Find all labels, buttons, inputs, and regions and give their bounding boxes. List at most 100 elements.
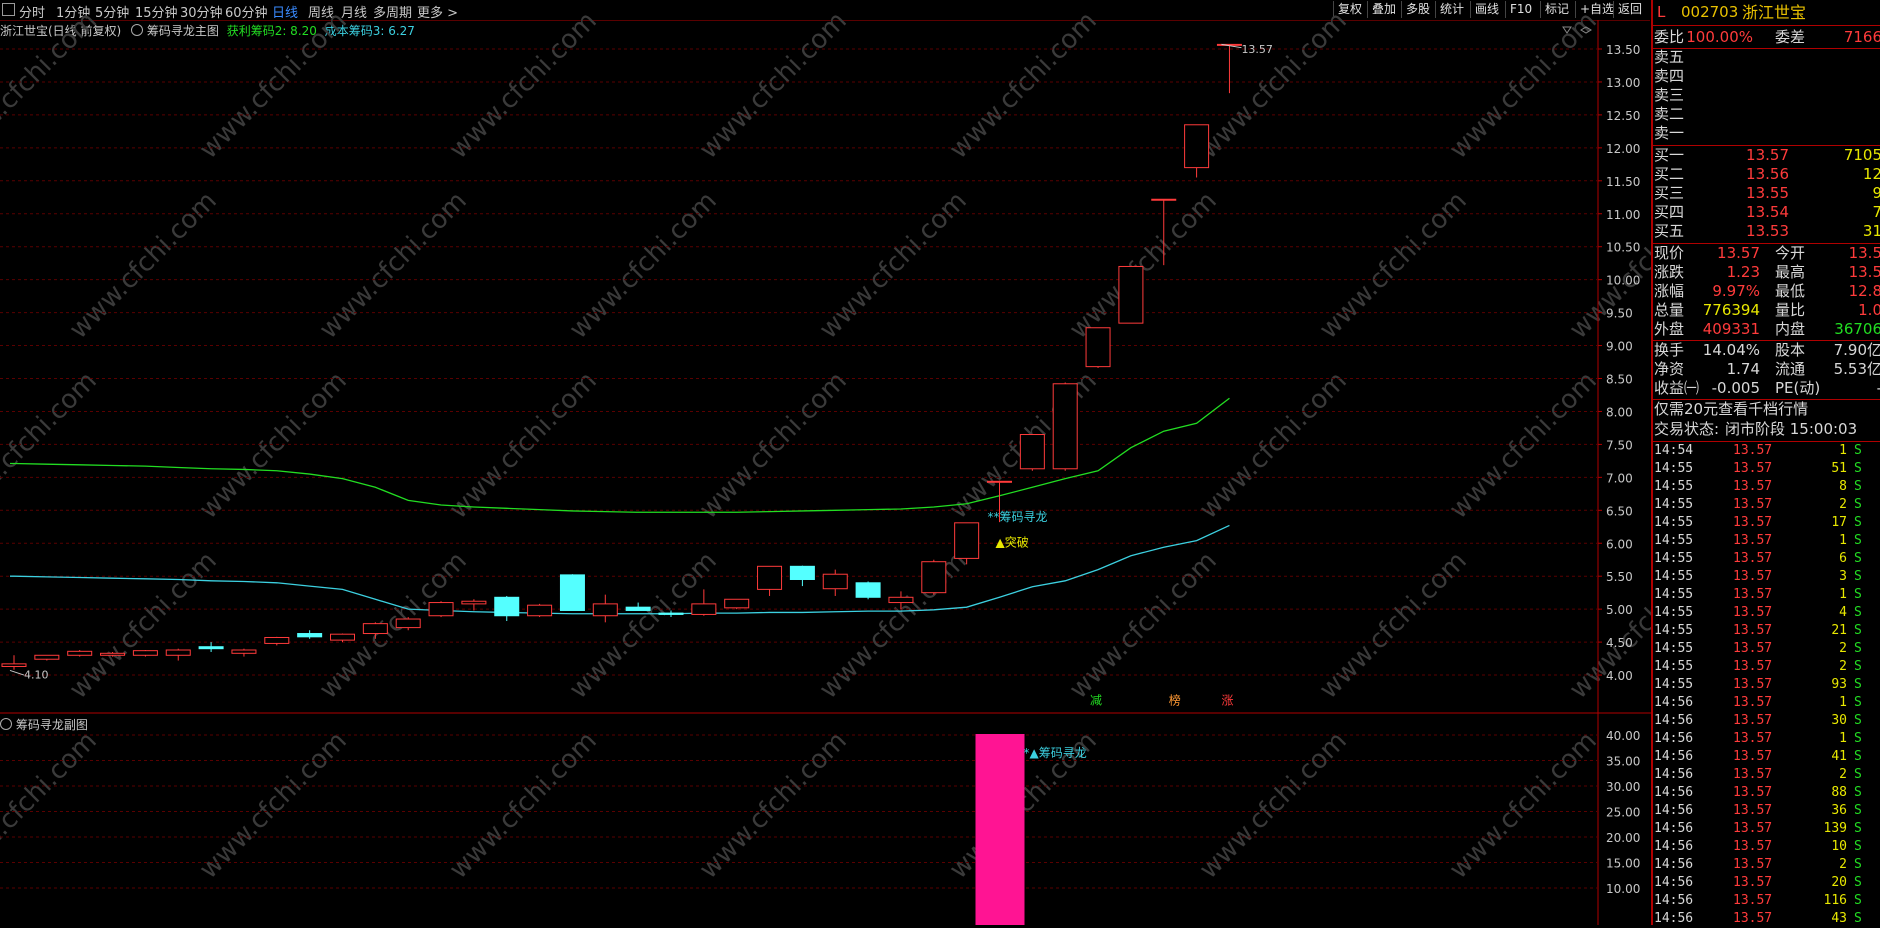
candle-body[interactable] [428, 602, 454, 617]
tick-price: 13.57 [1733, 731, 1773, 746]
kline-chart[interactable]: www.cfchi.com www.cfchi.com www.cfchi.com w… [0, 0, 1651, 925]
tick-price: 13.57 [1733, 677, 1773, 692]
candle-body[interactable] [67, 650, 93, 656]
candle-body[interactable] [592, 603, 618, 617]
candle-body[interactable] [855, 582, 881, 598]
signal-bar[interactable] [975, 734, 1025, 925]
tick-direction: S [1854, 767, 1862, 782]
stat-label: 今开 [1775, 244, 1806, 262]
candle-body[interactable] [395, 618, 421, 629]
candle-body[interactable] [461, 600, 487, 605]
buy-level-2[interactable]: 买二 13.56 12 [1653, 165, 1880, 184]
tick-price: 13.57 [1733, 641, 1773, 656]
stats-row: 涨跌 1.23 最高 13.5 [1653, 263, 1880, 282]
sell-level-2-label: 卖二 [1654, 105, 1685, 123]
tick-price: 13.57 [1733, 479, 1773, 494]
candle-body[interactable] [1, 663, 27, 667]
weibi-label: 委比 [1654, 28, 1685, 46]
candle-body[interactable] [1118, 265, 1144, 324]
tick-volume: 10 [1831, 839, 1847, 854]
tick-direction: S [1854, 785, 1862, 800]
buy-level-4[interactable]: 买四 13.54 7 [1653, 203, 1880, 222]
candle-body[interactable] [658, 612, 684, 615]
sell-level-2[interactable]: 卖二 [1653, 105, 1880, 124]
sell-level-5-label: 卖五 [1654, 48, 1685, 66]
tick-time: 14:55 [1654, 497, 1694, 512]
candle-body[interactable] [231, 649, 257, 654]
quote-panel: L 002703 浙江世宝 委比 100.00% 委差 7166 卖五 卖四 卖三卖… [1651, 0, 1880, 926]
fund-row: 换手 14.04% 股本 7.90亿 [1653, 341, 1880, 360]
candle-body[interactable] [297, 633, 323, 638]
stat-label: 内盘 [1775, 320, 1806, 338]
tick-price: 13.57 [1733, 569, 1773, 584]
buy-level-3[interactable]: 买三 13.55 9 [1653, 184, 1880, 203]
tick-price: 13.57 [1733, 443, 1773, 458]
candle-body[interactable] [822, 573, 848, 590]
buy-level-2-label: 买二 [1654, 165, 1685, 183]
fund-value: 14.04% [1702, 341, 1760, 359]
candle-body[interactable] [1151, 198, 1177, 201]
candle-body[interactable] [100, 652, 126, 656]
sell-level-1[interactable]: 卖一 [1653, 124, 1880, 143]
buy-level-5[interactable]: 买五 13.53 31 [1653, 222, 1880, 241]
watermark-text: www.cfchi.com [944, 6, 1103, 165]
candle-body[interactable] [987, 480, 1012, 483]
watermark-text: www.cfchi.com [564, 186, 723, 345]
candle-body[interactable] [1085, 327, 1111, 368]
buy-level-1[interactable]: 买一 13.57 7105 [1653, 146, 1880, 165]
tick-row: 14:56 13.57 41 S [1653, 748, 1880, 766]
tick-direction: S [1854, 749, 1862, 764]
price-tick-label: 7.50 [1606, 438, 1633, 452]
candle-body[interactable] [362, 623, 388, 635]
candle-body[interactable] [1184, 124, 1210, 169]
tick-row: 14:55 13.57 21 S [1653, 622, 1880, 640]
promo-row[interactable]: 仅需20元查看千档行情 [1653, 400, 1880, 419]
weibi-value: 100.00% [1686, 28, 1753, 46]
tick-volume: 21 [1831, 623, 1847, 638]
tick-direction: S [1854, 515, 1862, 530]
candle-body[interactable] [264, 636, 290, 644]
candle-body[interactable] [559, 574, 585, 611]
tick-time: 14:56 [1654, 857, 1694, 872]
candle-body[interactable] [691, 603, 717, 615]
tick-direction: S [1854, 911, 1862, 926]
promo-text[interactable]: 仅需20元查看千档行情 [1654, 400, 1808, 419]
sell-level-4[interactable]: 卖四 [1653, 67, 1880, 86]
candle-body[interactable] [34, 654, 60, 660]
tick-direction: S [1854, 623, 1862, 638]
candle-body[interactable] [625, 606, 651, 611]
buy-level-5-price: 13.53 [1746, 222, 1789, 240]
candle-body[interactable] [921, 561, 947, 594]
fund-value: - [1877, 379, 1880, 398]
panel-mode[interactable]: L [1657, 3, 1665, 22]
candle-body[interactable] [724, 598, 750, 609]
candle-body[interactable] [1052, 383, 1078, 470]
tick-time: 14:55 [1654, 461, 1694, 476]
sub-chart-bars [975, 734, 1025, 925]
tick-time: 14:55 [1654, 659, 1694, 674]
candle-body[interactable] [198, 646, 224, 650]
candle-body[interactable] [132, 650, 158, 656]
candle-body[interactable] [165, 649, 191, 656]
tick-row: 14:55 13.57 93 S [1653, 676, 1880, 694]
candle-body[interactable] [888, 596, 914, 604]
tick-direction: S [1854, 803, 1862, 818]
sell-level-3[interactable]: 卖三 [1653, 86, 1880, 105]
tick-price: 13.57 [1733, 839, 1773, 854]
candle-body[interactable] [494, 596, 520, 617]
tick-time: 14:56 [1654, 695, 1694, 710]
candle-body[interactable] [954, 522, 980, 559]
candle-body[interactable] [527, 604, 553, 617]
sell-level-5[interactable]: 卖五 [1653, 48, 1880, 67]
fund-row: 净资 1.74 流通 5.53亿 [1653, 360, 1880, 379]
candle-body[interactable] [1019, 434, 1045, 470]
tick-time: 14:55 [1654, 677, 1694, 692]
candle-body[interactable] [757, 565, 783, 590]
fund-label: 换手 [1654, 341, 1685, 359]
candle-body[interactable] [789, 565, 815, 580]
buy-level-1-label: 买一 [1654, 146, 1685, 164]
sub-tick-label: 40.00 [1606, 729, 1640, 743]
candle-body[interactable] [330, 633, 355, 641]
tick-direction: S [1854, 605, 1862, 620]
price-tick-label: 12.00 [1606, 142, 1640, 156]
